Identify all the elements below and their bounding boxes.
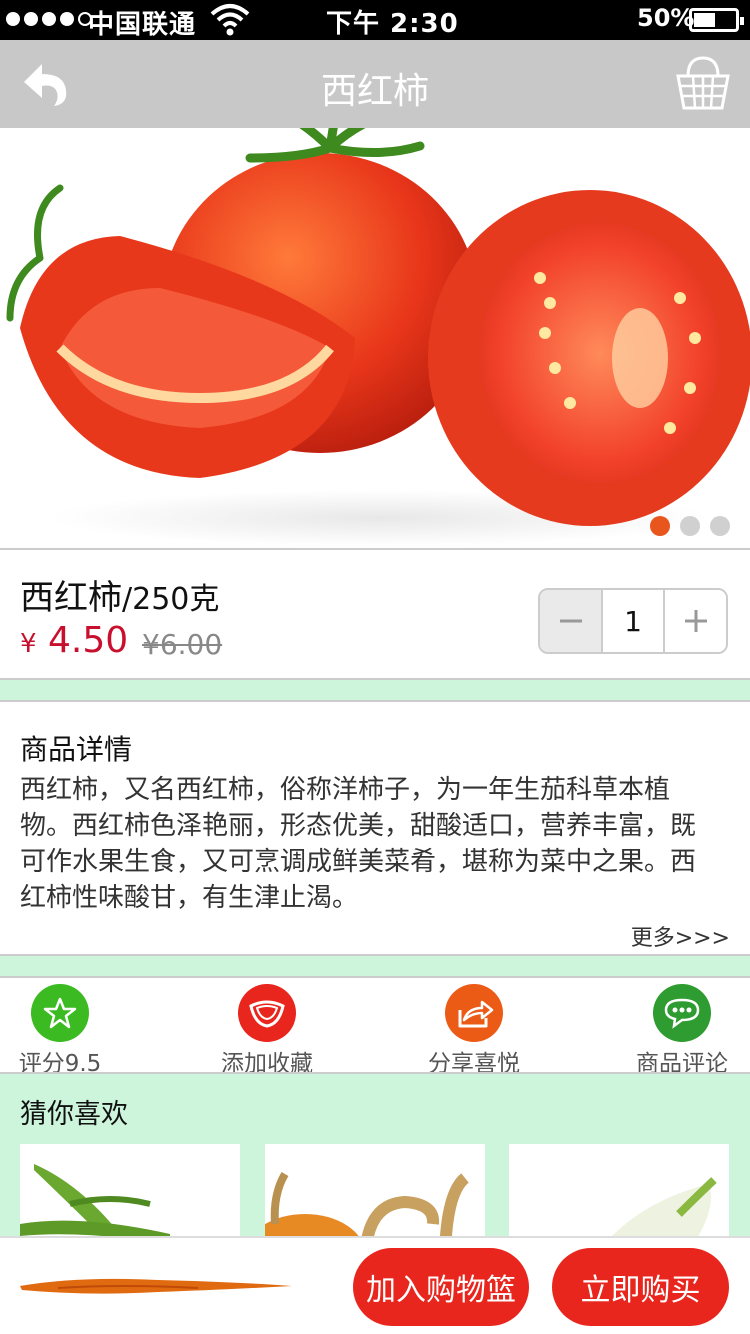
product-price: ¥ 4.50 bbox=[20, 620, 128, 661]
recommended-product-card[interactable] bbox=[265, 1144, 485, 1244]
carrier-name: 中国联通 bbox=[88, 10, 197, 40]
signal-strength-icon bbox=[6, 12, 92, 26]
tomato-image bbox=[6, 128, 750, 546]
share-action[interactable]: 分享喜悦 bbox=[414, 984, 534, 1077]
comment-icon bbox=[653, 984, 711, 1042]
add-to-basket-button[interactable]: 加入购物篮 bbox=[353, 1248, 529, 1326]
action-bar: 评分9.5 添加收藏 分享喜悦 商品评论 bbox=[0, 978, 750, 1077]
quantity-stepper: 1 bbox=[538, 588, 728, 654]
clock: 下午 2:30 bbox=[326, 9, 459, 39]
brush-stroke-decoration bbox=[20, 1278, 292, 1294]
status-bar: 中国联通 下午 2:30 50% bbox=[0, 0, 750, 40]
wifi-icon bbox=[210, 4, 250, 36]
rating-action[interactable]: 评分9.5 bbox=[0, 984, 120, 1077]
quantity-value[interactable]: 1 bbox=[603, 590, 663, 652]
recommended-product-card[interactable] bbox=[509, 1144, 729, 1244]
currency-symbol: ¥ bbox=[20, 629, 37, 659]
product-unit: /250克 bbox=[122, 582, 220, 617]
recommendations-heading: 猜你喜欢 bbox=[20, 1099, 128, 1130]
recommendations-section: 猜你喜欢 bbox=[0, 1074, 750, 1244]
carousel-dot[interactable] bbox=[710, 516, 730, 536]
product-image-carousel[interactable] bbox=[0, 128, 750, 548]
pumpkin-image bbox=[265, 1171, 470, 1244]
recommended-product-card[interactable] bbox=[20, 1144, 240, 1244]
plus-icon bbox=[684, 610, 707, 632]
increase-quantity-button[interactable] bbox=[663, 590, 726, 652]
share-icon bbox=[445, 984, 503, 1042]
details-heading: 商品详情 bbox=[20, 733, 133, 766]
product-name-text: 西红柿 bbox=[20, 578, 122, 618]
navigation-bar: 西红柿 bbox=[0, 40, 750, 128]
original-price: ¥6.00 bbox=[142, 628, 223, 661]
add-favorite-action[interactable]: 添加收藏 bbox=[207, 984, 327, 1077]
section-spacer bbox=[0, 956, 750, 976]
section-spacer bbox=[0, 680, 750, 700]
carousel-indicator bbox=[650, 516, 730, 536]
carousel-dot[interactable] bbox=[680, 516, 700, 536]
price-value: 4.50 bbox=[48, 620, 129, 661]
decrease-quantity-button[interactable] bbox=[540, 590, 603, 652]
minus-icon bbox=[559, 619, 582, 623]
carousel-dot[interactable] bbox=[650, 516, 670, 536]
star-icon bbox=[31, 984, 89, 1042]
bottom-action-bar: 加入购物篮 立即购买 bbox=[0, 1236, 750, 1334]
basket-icon[interactable] bbox=[676, 54, 730, 112]
page-title: 西红柿 bbox=[320, 71, 429, 112]
favorite-icon bbox=[238, 984, 296, 1042]
battery-percentage: 50% bbox=[637, 4, 695, 32]
battery-icon bbox=[689, 8, 744, 32]
product-info: 西红柿/250克 ¥ 4.50 ¥6.00 1 bbox=[0, 550, 750, 678]
buy-now-button[interactable]: 立即购买 bbox=[552, 1248, 729, 1326]
details-text: 西红柿，又名西红柿，俗称洋柿子，为一年生茄科草本植物。西红柿色泽艳丽，形态优美，… bbox=[20, 775, 697, 913]
product-details: 商品详情 西红柿，又名西红柿，俗称洋柿子，为一年生茄科草本植物。西红柿色泽艳丽，… bbox=[0, 702, 750, 954]
more-link[interactable]: 更多>>> bbox=[631, 920, 730, 952]
vegetable-image bbox=[604, 1177, 717, 1244]
comment-action[interactable]: 商品评论 bbox=[622, 984, 742, 1077]
product-name: 西红柿/250克 bbox=[20, 570, 219, 619]
green-beans-image bbox=[20, 1164, 170, 1244]
